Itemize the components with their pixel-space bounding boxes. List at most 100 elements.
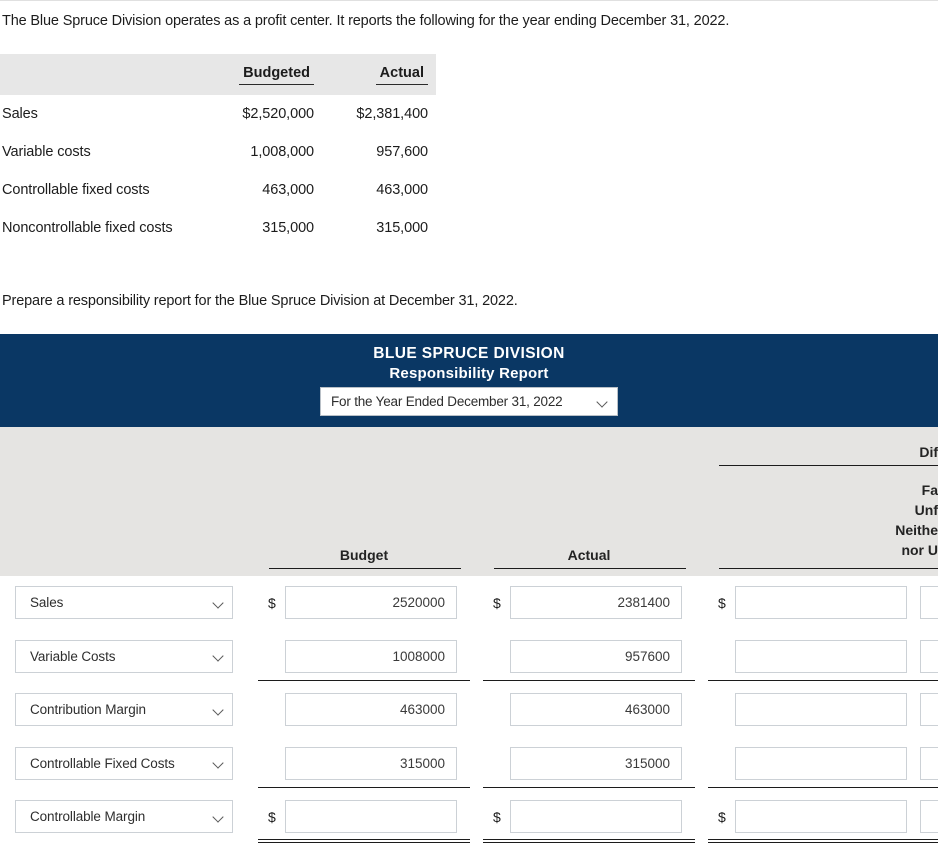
difference-sub-favorable: Fa <box>921 482 938 498</box>
difference-header: Dif <box>919 444 938 460</box>
actual-input-0[interactable]: 2381400 <box>510 586 682 619</box>
report-row-sales: Sales $ 2520000 $ 2381400 $ <box>0 576 938 630</box>
budget-header-rule <box>269 568 461 569</box>
table-row: Noncontrollable fixed costs 315,000 315,… <box>0 209 436 247</box>
period-select-value: For the Year Ended December 31, 2022 <box>331 394 563 409</box>
difference-sub-nor-unfavorable: nor U <box>901 542 938 558</box>
report-entry-rows: Sales $ 2520000 $ 2381400 $ Variable Cos… <box>0 576 938 844</box>
difference-input-0[interactable] <box>735 586 907 619</box>
given-row-actual: 315,000 <box>376 220 428 236</box>
page-root: The Blue Spruce Division operates as a p… <box>0 0 938 846</box>
difference-subtotal-rule-3 <box>708 786 920 788</box>
report-column-header-area: Dif Fa Unf Neithe nor U Budget Actual <box>0 427 938 576</box>
difference-header-rule <box>719 465 938 466</box>
actual-header-rule <box>494 568 686 569</box>
row-label-value-4: Controllable Margin <box>30 809 146 824</box>
difference-input-4[interactable] <box>735 800 907 833</box>
given-row-budgeted: 463,000 <box>262 182 314 198</box>
row-label-select-1[interactable]: Variable Costs <box>15 639 233 673</box>
actual-input-2[interactable]: 463000 <box>510 693 682 726</box>
chevron-down-icon <box>213 704 225 716</box>
given-row-budgeted: 315,000 <box>262 220 314 236</box>
budget-input-0[interactable]: 2520000 <box>285 586 457 619</box>
actual-input-1[interactable]: 957600 <box>510 639 682 673</box>
report-row-contribution-margin: Contribution Margin 463000 463000 <box>0 683 938 737</box>
difference-total-double-rule <box>708 839 920 843</box>
fourth-input-4[interactable] <box>920 800 938 833</box>
period-select[interactable]: For the Year Ended December 31, 2022 <box>320 387 618 416</box>
task-instruction: Prepare a responsibility report for the … <box>2 293 518 309</box>
fourth-subtotal-rule-3 <box>919 786 938 788</box>
difference-column-rule <box>719 568 938 569</box>
row-label-select-3[interactable]: Controllable Fixed Costs <box>15 746 233 780</box>
difference-sub-neither: Neithe <box>895 522 938 538</box>
row-label-select-0[interactable]: Sales <box>15 586 233 619</box>
given-data-table: Budgeted Actual Sales $2,520,000 $2,381,… <box>0 54 436 247</box>
dollar-sign-difference-4: $ <box>718 809 726 825</box>
budget-subtotal-rule-1 <box>258 679 470 681</box>
given-row-actual: $2,381,400 <box>356 106 428 122</box>
actual-input-4[interactable] <box>510 800 682 833</box>
dollar-sign-actual-4: $ <box>493 809 501 825</box>
row-label-value-1: Variable Costs <box>30 648 116 664</box>
row-label-value-2: Contribution Margin <box>30 702 146 717</box>
given-row-label: Noncontrollable fixed costs <box>2 220 173 236</box>
given-row-actual: 463,000 <box>376 182 428 198</box>
report-row-controllable-margin: Controllable Margin $ $ $ <box>0 790 938 844</box>
actual-input-3[interactable]: 315000 <box>510 746 682 780</box>
budget-subtotal-rule-3 <box>258 786 470 788</box>
budget-input-4[interactable] <box>285 800 457 833</box>
chevron-down-icon <box>213 650 225 662</box>
fourth-total-double-rule <box>919 839 938 843</box>
budget-column-header: Budget <box>339 547 389 563</box>
fourth-input-1[interactable] <box>920 639 938 673</box>
given-row-label: Controllable fixed costs <box>2 182 150 198</box>
fourth-input-0[interactable] <box>920 586 938 619</box>
fourth-subtotal-rule-1 <box>919 679 938 681</box>
dollar-sign-budget-4: $ <box>268 809 276 825</box>
dollar-sign-actual-0: $ <box>493 595 501 611</box>
problem-statement: The Blue Spruce Division operates as a p… <box>2 13 730 29</box>
table-row: Sales $2,520,000 $2,381,400 <box>0 95 436 133</box>
difference-sub-unfavorable: Unf <box>914 502 938 518</box>
budget-input-1[interactable]: 1008000 <box>285 639 457 673</box>
given-col-budgeted: Budgeted <box>186 54 322 95</box>
given-row-label: Sales <box>2 106 38 122</box>
given-col-blank <box>0 54 186 95</box>
given-row-label: Variable costs <box>2 144 91 160</box>
actual-subtotal-rule-3 <box>483 786 695 788</box>
table-row: Variable costs 1,008,000 957,600 <box>0 133 436 171</box>
chevron-down-icon <box>213 811 225 823</box>
row-label-select-2[interactable]: Contribution Margin <box>15 693 233 726</box>
report-header-band: BLUE SPRUCE DIVISION Responsibility Repo… <box>0 334 938 427</box>
difference-input-2[interactable] <box>735 693 907 726</box>
dollar-sign-budget-0: $ <box>268 595 276 611</box>
table-row: Controllable fixed costs 463,000 463,000 <box>0 171 436 209</box>
difference-input-3[interactable] <box>735 746 907 780</box>
given-table-header-row: Budgeted Actual <box>0 54 436 95</box>
given-row-actual: 957,600 <box>376 144 428 160</box>
report-title: Responsibility Report <box>389 365 549 382</box>
row-label-select-4[interactable]: Controllable Margin <box>15 800 233 833</box>
chevron-down-icon <box>597 396 609 408</box>
chevron-down-icon <box>213 757 225 769</box>
given-col-actual: Actual <box>322 54 436 95</box>
fourth-input-3[interactable] <box>920 746 938 780</box>
given-row-budgeted: 1,008,000 <box>250 144 314 160</box>
actual-total-double-rule <box>483 839 695 843</box>
report-row-variable-costs: Variable Costs 1008000 957600 <box>0 630 938 684</box>
difference-subtotal-rule-1 <box>708 679 920 681</box>
dollar-sign-difference-0: $ <box>718 595 726 611</box>
top-divider <box>0 0 938 1</box>
report-row-controllable-fixed-costs: Controllable Fixed Costs 315000 315000 <box>0 737 938 791</box>
report-company-name: BLUE SPRUCE DIVISION <box>373 345 565 362</box>
actual-subtotal-rule-1 <box>483 679 695 681</box>
budget-input-3[interactable]: 315000 <box>285 746 457 780</box>
difference-input-1[interactable] <box>735 639 907 673</box>
row-label-value-0: Sales <box>30 595 64 610</box>
fourth-input-2[interactable] <box>920 693 938 726</box>
budget-total-double-rule <box>258 839 470 843</box>
budget-input-2[interactable]: 463000 <box>285 693 457 726</box>
actual-column-header: Actual <box>567 547 611 563</box>
given-row-budgeted: $2,520,000 <box>242 106 314 122</box>
